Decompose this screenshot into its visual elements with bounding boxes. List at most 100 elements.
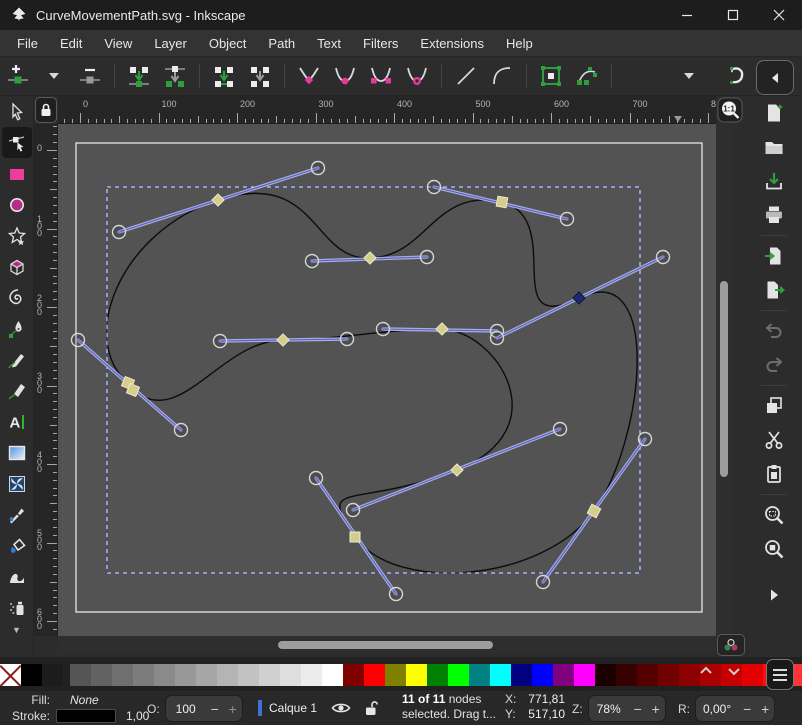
- swatch-00ffff[interactable]: [490, 664, 511, 686]
- path-node[interactable]: [364, 252, 376, 264]
- menu-edit[interactable]: Edit: [49, 32, 93, 55]
- zoom-selection-button[interactable]: [759, 500, 789, 530]
- export-button[interactable]: [759, 275, 789, 305]
- node-symmetric-button[interactable]: [366, 61, 396, 91]
- palette-menu-button[interactable]: [766, 659, 794, 690]
- expand-panel-button[interactable]: [759, 580, 789, 610]
- tool-node[interactable]: [2, 127, 32, 158]
- vertical-scrollbar[interactable]: [716, 124, 732, 636]
- swatch-800080[interactable]: [553, 664, 574, 686]
- join-nodes-button[interactable]: [124, 61, 154, 91]
- swatch-710000[interactable]: [658, 664, 679, 686]
- swatch-none[interactable]: [0, 664, 21, 686]
- paste-button[interactable]: [759, 459, 789, 489]
- tool-mesh[interactable]: [2, 468, 32, 499]
- tool-pen[interactable]: [2, 313, 32, 344]
- swatch-008000[interactable]: [427, 664, 448, 686]
- minimize-button[interactable]: [664, 0, 710, 30]
- path-node[interactable]: [350, 532, 360, 542]
- tool-calligraphy[interactable]: [2, 375, 32, 406]
- delete-segment-button[interactable]: [245, 61, 275, 91]
- swatch-1c1c1c[interactable]: [42, 664, 63, 686]
- horizontal-scrollbar-thumb[interactable]: [278, 641, 493, 649]
- zoom-spinbox[interactable]: 78% − +: [588, 695, 666, 722]
- swatch-800000[interactable]: [343, 664, 364, 686]
- tool-rectangle[interactable]: [2, 158, 32, 189]
- tool-pencil[interactable]: [2, 344, 32, 375]
- rotation-decrease-button[interactable]: −: [738, 701, 756, 717]
- path-node[interactable]: [277, 334, 289, 346]
- opacity-decrease-button[interactable]: −: [206, 701, 224, 717]
- insert-node-options-button[interactable]: [39, 61, 69, 91]
- undo-button[interactable]: [759, 316, 789, 346]
- swatch-ff00ff[interactable]: [574, 664, 595, 686]
- zoom-decrease-button[interactable]: −: [629, 701, 647, 717]
- layer-unlock-icon[interactable]: [365, 700, 378, 716]
- tool-tweak[interactable]: [2, 561, 32, 592]
- join-with-segment-button[interactable]: [209, 61, 239, 91]
- tool-spiral[interactable]: [2, 282, 32, 313]
- menu-help[interactable]: Help: [495, 32, 544, 55]
- drawing-area[interactable]: [58, 124, 716, 636]
- fill-value[interactable]: None: [70, 693, 99, 707]
- rotation-increase-button[interactable]: +: [756, 701, 774, 717]
- swatch-dedede[interactable]: [280, 664, 301, 686]
- swatch-6f6f6f[interactable]: [112, 664, 133, 686]
- swatch-8a8a8a[interactable]: [154, 664, 175, 686]
- stroke-to-path-button[interactable]: [572, 61, 602, 91]
- layer-indicator[interactable]: Calque 1: [258, 695, 378, 720]
- path-node[interactable]: [451, 464, 463, 476]
- vertical-scrollbar-thumb[interactable]: [720, 281, 728, 477]
- swatch-7c7c7c[interactable]: [133, 664, 154, 686]
- rotation-value[interactable]: 0,00°: [696, 702, 738, 716]
- zoom-value[interactable]: 78%: [589, 702, 629, 716]
- menu-file[interactable]: File: [6, 32, 49, 55]
- collapse-panel-button[interactable]: [756, 60, 794, 95]
- cut-button[interactable]: [759, 425, 789, 455]
- menu-extensions[interactable]: Extensions: [409, 32, 495, 55]
- stroke-width-value[interactable]: 1,00: [126, 709, 149, 723]
- menu-path[interactable]: Path: [257, 32, 306, 55]
- swatch-8d0000[interactable]: [679, 664, 700, 686]
- path-node-focused[interactable]: [573, 292, 585, 304]
- maximize-button[interactable]: [710, 0, 756, 30]
- horizontal-scrollbar[interactable]: [58, 636, 716, 654]
- bezier-path[interactable]: [107, 193, 637, 573]
- opacity-spinbox[interactable]: 100 − +: [165, 695, 243, 722]
- swatch-380000[interactable]: [616, 664, 637, 686]
- import-button[interactable]: [759, 241, 789, 271]
- close-button[interactable]: [756, 0, 802, 30]
- zoom-increase-button[interactable]: +: [647, 701, 665, 717]
- tool-star[interactable]: [2, 220, 32, 251]
- save-document-button[interactable]: [759, 166, 789, 196]
- tool-gradient[interactable]: [2, 437, 32, 468]
- swatch-e20000[interactable]: [742, 664, 763, 686]
- x-options-button[interactable]: [674, 61, 704, 91]
- menu-filters[interactable]: Filters: [352, 32, 409, 55]
- menu-object[interactable]: Object: [198, 32, 258, 55]
- color-management-button[interactable]: [716, 634, 746, 656]
- break-nodes-button[interactable]: [160, 61, 190, 91]
- stroke-color-swatch[interactable]: [56, 709, 116, 723]
- swatch-000000[interactable]: [21, 664, 42, 686]
- delete-node-button[interactable]: [75, 61, 105, 91]
- duplicate-button[interactable]: [759, 391, 789, 421]
- path-node[interactable]: [436, 323, 448, 335]
- menu-layer[interactable]: Layer: [143, 32, 198, 55]
- swatch-ffff00[interactable]: [406, 664, 427, 686]
- redo-button[interactable]: [759, 350, 789, 380]
- segment-curve-button[interactable]: [487, 61, 517, 91]
- insert-node-button[interactable]: [3, 61, 33, 91]
- node-auto-smooth-button[interactable]: [402, 61, 432, 91]
- swatch-00ff00[interactable]: [448, 664, 469, 686]
- rotation-snap-button[interactable]: [721, 61, 751, 91]
- palette-scroll-down[interactable]: [726, 663, 742, 679]
- swatch-0000ff[interactable]: [532, 664, 553, 686]
- path-node[interactable]: [496, 196, 508, 208]
- open-document-button[interactable]: [759, 132, 789, 162]
- new-document-button[interactable]: [759, 98, 789, 128]
- zoom-drawing-button[interactable]: [759, 534, 789, 564]
- swatch-c2c2c2[interactable]: [238, 664, 259, 686]
- tool-spray[interactable]: [2, 592, 32, 623]
- swatch-ececec[interactable]: [301, 664, 322, 686]
